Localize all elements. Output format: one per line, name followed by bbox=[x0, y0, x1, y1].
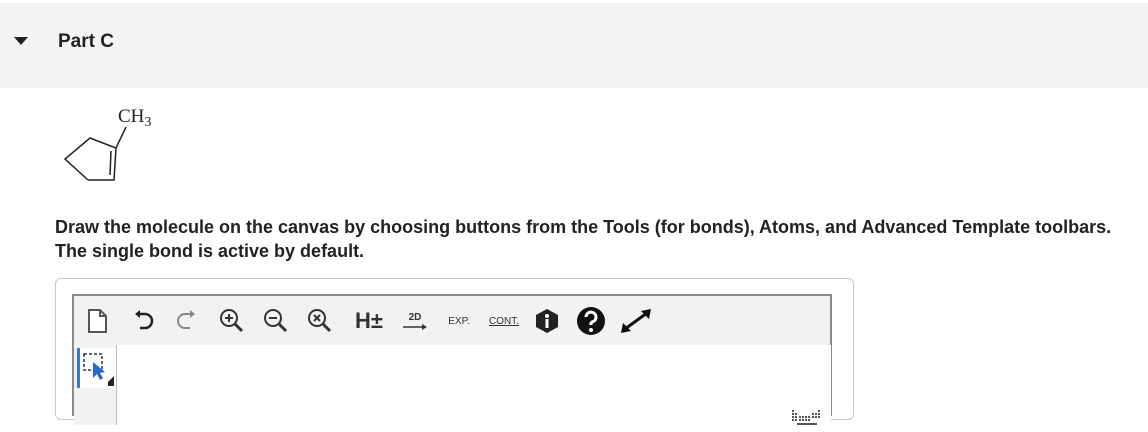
new-document-icon[interactable] bbox=[84, 304, 110, 338]
zoom-out-icon[interactable] bbox=[262, 304, 290, 338]
periodic-table-icon[interactable] bbox=[791, 407, 823, 432]
drawing-canvas[interactable] bbox=[116, 345, 831, 425]
selection-tool-button[interactable] bbox=[77, 348, 116, 388]
methyl-label-subscript: 3 bbox=[144, 115, 151, 130]
hydrogen-toggle-button[interactable]: H± bbox=[352, 304, 386, 338]
selection-lasso-icon bbox=[83, 353, 114, 386]
redo-icon[interactable] bbox=[174, 304, 200, 338]
drawing-editor: H± 2D EXP. CONT. bbox=[72, 294, 832, 425]
top-toolbar: H± 2D EXP. CONT. bbox=[74, 296, 830, 344]
clean-2d-button[interactable]: 2D bbox=[400, 304, 430, 338]
svg-text:CH3: CH3 bbox=[118, 106, 151, 130]
drawing-editor-frame: H± 2D EXP. CONT. bbox=[55, 278, 854, 425]
clean-2d-label: 2D bbox=[408, 311, 422, 323]
contract-label: CONT. bbox=[489, 315, 519, 327]
left-toolbar bbox=[74, 345, 116, 425]
part-header: Part C bbox=[0, 3, 1148, 88]
part-title: Part C bbox=[58, 31, 114, 52]
expand-label: EXP. bbox=[448, 315, 470, 327]
molecule-image: CH3 bbox=[52, 104, 172, 194]
fullscreen-icon[interactable] bbox=[618, 304, 654, 338]
info-icon[interactable] bbox=[534, 304, 560, 338]
collapse-toggle-icon[interactable] bbox=[14, 37, 28, 45]
expand-button[interactable]: EXP. bbox=[442, 304, 476, 338]
instructions-text: Draw the molecule on the canvas by choos… bbox=[55, 217, 1112, 261]
contract-button[interactable]: CONT. bbox=[484, 304, 524, 338]
help-icon[interactable] bbox=[576, 304, 606, 338]
zoom-in-icon[interactable] bbox=[218, 304, 246, 338]
zoom-reset-icon[interactable] bbox=[306, 304, 334, 338]
undo-icon[interactable] bbox=[130, 304, 156, 338]
methyl-label-main: CH bbox=[118, 106, 145, 127]
